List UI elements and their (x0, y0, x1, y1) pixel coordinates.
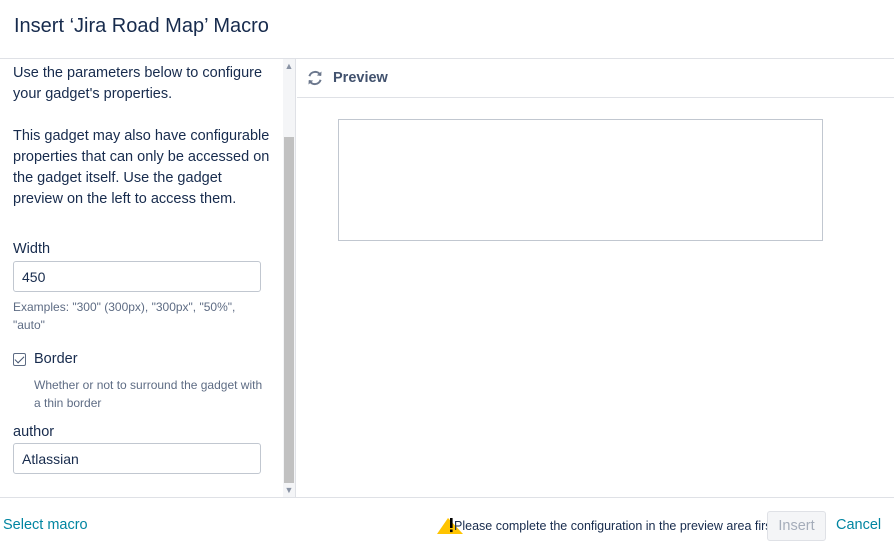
intro-text: Use the parameters below to configure yo… (13, 63, 273, 210)
width-input[interactable] (13, 261, 261, 292)
refresh-icon[interactable] (306, 69, 324, 87)
border-label[interactable]: Border (34, 351, 78, 367)
warning-message: Please complete the configuration in the… (454, 519, 776, 533)
intro-paragraph-1: Use the parameters below to configure yo… (13, 65, 263, 102)
dialog-title: Insert ‘Jira Road Map’ Macro (14, 15, 269, 37)
preview-title: Preview (333, 70, 388, 86)
gadget-preview-frame[interactable] (338, 119, 823, 241)
width-label: Width (13, 241, 51, 257)
preview-header: Preview (297, 59, 894, 98)
select-macro-link[interactable]: Select macro (3, 517, 88, 533)
width-help-text: Examples: "300" (300px), "300px", "50%",… (13, 300, 236, 332)
preview-panel: Preview (297, 59, 894, 497)
dialog-footer: Select macro Please complete the configu… (0, 497, 894, 552)
border-help-text: Whether or not to surround the gadget wi… (34, 378, 263, 410)
parameters-panel[interactable]: Use the parameters below to configure yo… (0, 59, 296, 497)
scroll-down-icon[interactable]: ▼ (283, 483, 295, 497)
author-label: author (13, 424, 55, 440)
cancel-button[interactable]: Cancel (836, 517, 881, 533)
scroll-up-icon[interactable]: ▲ (283, 59, 295, 73)
intro-paragraph-2: This gadget may also have configurable p… (13, 128, 270, 207)
dialog-body: Use the parameters below to configure yo… (0, 59, 894, 497)
border-checkbox[interactable] (13, 353, 26, 366)
parameters-scrollbar[interactable]: ▲ ▼ (283, 59, 295, 497)
author-input[interactable] (13, 443, 261, 474)
scroll-thumb[interactable] (284, 137, 294, 483)
insert-button[interactable]: Insert (767, 511, 826, 541)
dialog-header: Insert ‘Jira Road Map’ Macro (0, 0, 894, 59)
